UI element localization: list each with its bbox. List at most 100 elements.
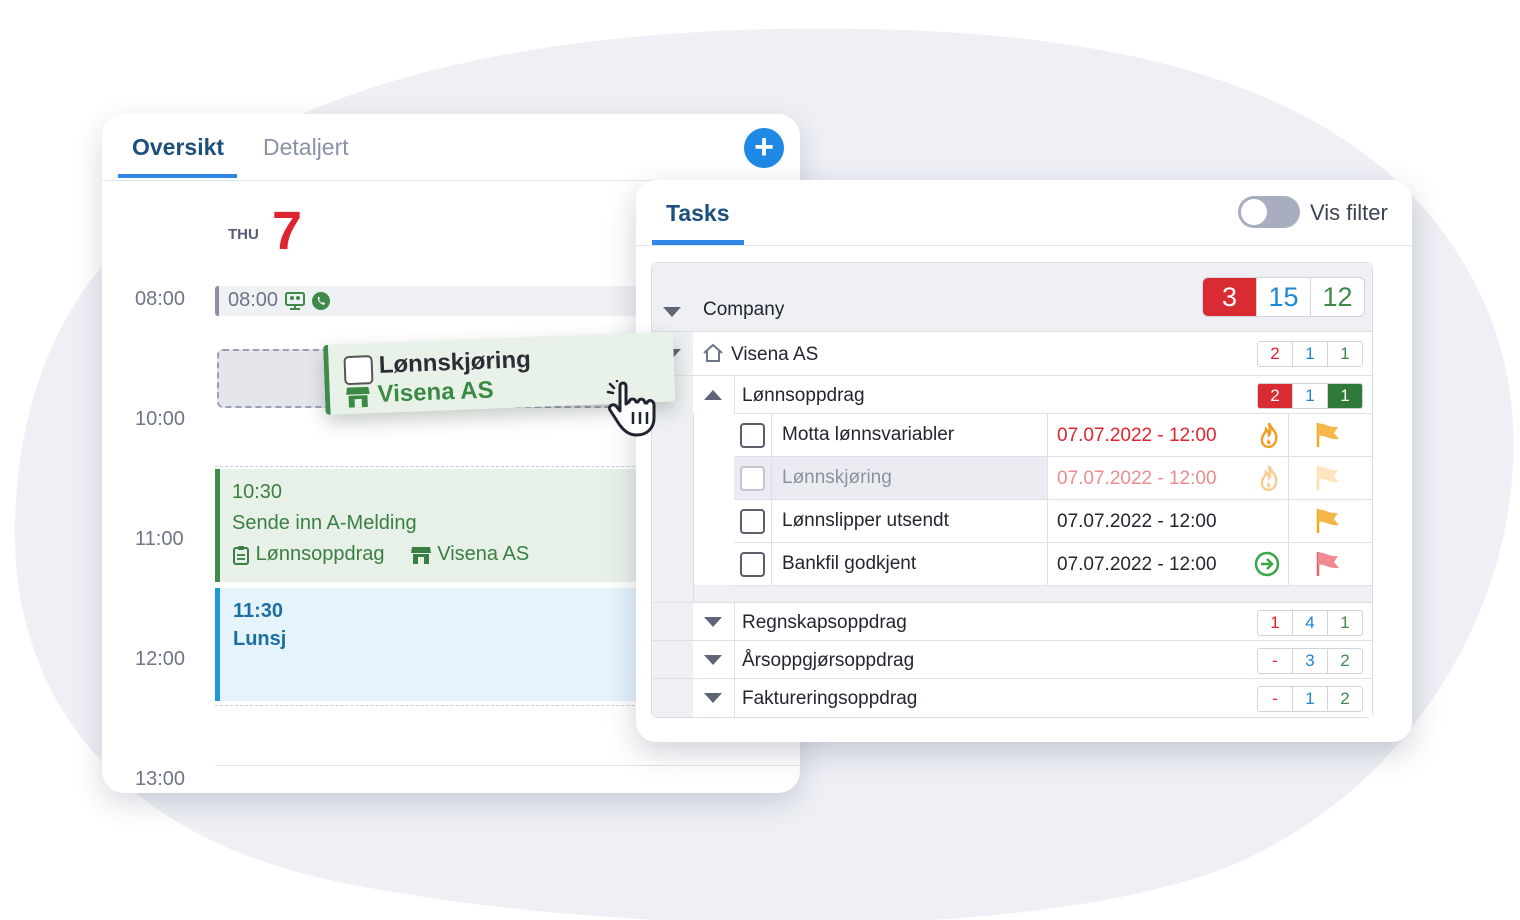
tab-oversikt[interactable]: Oversikt <box>132 134 224 161</box>
day-number: 7 <box>272 201 303 261</box>
task-row[interactable]: Bankfil godkjent 07.07.2022 - 12:00 <box>734 542 1372 586</box>
collapse-caret-icon[interactable] <box>704 655 722 665</box>
open-count: 1 <box>1292 384 1327 408</box>
task-checkbox[interactable] <box>740 552 765 577</box>
group-counts: 1 4 1 <box>1257 610 1363 636</box>
fire-icon <box>1260 422 1278 449</box>
company-name: Visena AS <box>731 344 819 365</box>
group-name: Faktureringsoppdrag <box>742 688 918 709</box>
filter-toggle[interactable] <box>1238 196 1300 228</box>
done-count: 2 <box>1327 687 1362 711</box>
total-counts: 3 15 12 <box>1202 277 1365 317</box>
overdue-count: 3 <box>1203 278 1256 316</box>
group-counts: - 1 2 <box>1257 686 1363 712</box>
home-icon <box>703 343 723 362</box>
open-count: 1 <box>1292 687 1327 711</box>
collapse-caret-icon[interactable] <box>704 693 722 703</box>
done-count: 2 <box>1327 649 1362 673</box>
done-count: 1 <box>1327 342 1362 366</box>
task-row[interactable]: Motta lønnsvariabler 07.07.2022 - 12:00 <box>734 413 1372 456</box>
orange-flag-icon[interactable] <box>1312 506 1342 536</box>
time-label: 08:00 <box>135 288 186 310</box>
add-button[interactable]: + <box>744 128 784 168</box>
time-label: 10:00 <box>135 408 186 430</box>
divider <box>636 245 1412 246</box>
task-deadline: 07.07.2022 - 12:00 <box>1057 554 1217 575</box>
group-row[interactable]: Lønnsoppdrag 2 1 1 <box>652 375 1372 414</box>
tab-detaljert[interactable]: Detaljert <box>263 134 349 161</box>
task-row[interactable]: Lønnslipper utsendt 07.07.2022 - 12:00 <box>734 499 1372 542</box>
orange-flag-icon[interactable] <box>1312 420 1342 450</box>
hour-line <box>215 765 800 766</box>
expand-caret-icon[interactable] <box>704 390 722 400</box>
overdue-count: 2 <box>1270 344 1280 363</box>
plus-icon: + <box>754 128 774 166</box>
calendar-tabs: Oversikt Detaljert + <box>102 114 800 181</box>
dragged-task-company: Visena AS <box>377 376 495 408</box>
task-name: Motta lønnsvariabler <box>782 424 955 445</box>
group-name: Årsoppgjørsoppdrag <box>742 650 915 671</box>
event-company: Visena AS <box>437 543 530 565</box>
collapse-caret-icon[interactable] <box>663 307 681 317</box>
group-row[interactable]: Årsoppgjørsoppdrag - 3 2 <box>652 640 1372 679</box>
clipboard-icon <box>233 545 249 565</box>
overdue-count: 2 <box>1258 384 1292 408</box>
group-counts: 2 1 1 <box>1257 383 1363 409</box>
day-name: THU <box>228 226 259 243</box>
task-deadline: 07.07.2022 - 12:00 <box>1057 425 1217 446</box>
toggle-knob <box>1241 199 1267 225</box>
time-label: 11:00 <box>135 528 184 550</box>
event-time: 10:30 <box>232 481 283 503</box>
open-count: 3 <box>1292 649 1327 673</box>
group-name: Regnskapsoppdrag <box>742 612 907 633</box>
overdue-count: - <box>1272 689 1278 708</box>
event-title: Lunsj <box>233 628 287 650</box>
event-time: 11:30 <box>233 600 284 622</box>
task-name: Lønnskjøring <box>782 467 892 488</box>
dragged-task-title: Lønnskjøring <box>378 346 532 379</box>
task-deadline: 07.07.2022 - 12:00 <box>1057 511 1217 532</box>
red-flag-icon[interactable] <box>1312 549 1342 579</box>
group-name: Lønnsoppdrag <box>742 385 865 406</box>
task-tree: Company 3 15 12 Visena AS 2 1 1 Lønnsopp… <box>651 262 1373 718</box>
open-count: 1 <box>1292 342 1327 366</box>
task-checkbox[interactable] <box>740 423 765 448</box>
group-counts: - 3 2 <box>1257 648 1363 674</box>
group-row[interactable]: Faktureringsoppdrag - 1 2 <box>652 678 1372 717</box>
overdue-count: 1 <box>1270 613 1280 632</box>
done-count: 1 <box>1327 384 1362 408</box>
company-row[interactable]: Visena AS 2 1 1 <box>652 331 1372 376</box>
group-row[interactable]: Regnskapsoppdrag 1 4 1 <box>652 602 1372 641</box>
overdue-count: - <box>1272 651 1278 670</box>
company-header-row: Company 3 15 12 <box>652 263 1372 331</box>
store-icon <box>410 546 431 564</box>
task-checkbox[interactable] <box>740 509 765 534</box>
open-count: 15 <box>1256 278 1310 316</box>
done-count: 12 <box>1310 278 1364 316</box>
time-label: 13:00 <box>135 768 186 790</box>
tasks-tab[interactable]: Tasks <box>666 200 730 227</box>
event-project: Lønnsoppdrag <box>255 543 385 565</box>
task-name: Lønnslipper utsendt <box>782 510 949 531</box>
task-checkbox[interactable] <box>740 466 765 491</box>
company-counts: 2 1 1 <box>1257 341 1363 367</box>
hand-cursor-icon <box>606 380 656 437</box>
open-count: 4 <box>1292 611 1327 635</box>
task-name: Bankfil godkjent <box>782 553 917 574</box>
arrow-circle-icon <box>1254 551 1280 577</box>
column-header-company: Company <box>703 299 785 320</box>
active-tab-indicator <box>118 174 237 178</box>
collapse-caret-icon[interactable] <box>704 617 722 627</box>
event-time: 08:00 <box>228 289 279 311</box>
tasks-panel: Tasks Vis filter Company 3 15 12 Visena … <box>636 180 1412 742</box>
task-deadline: 07.07.2022 - 12:00 <box>1057 468 1217 489</box>
event-title: Sende inn A-Melding <box>232 512 417 534</box>
meeting-icon <box>284 291 305 310</box>
store-icon <box>346 386 370 408</box>
fire-icon <box>1260 465 1278 492</box>
done-count: 1 <box>1327 611 1362 635</box>
filter-label: Vis filter <box>1310 200 1388 225</box>
phone-icon <box>312 291 331 310</box>
orange-flag-icon[interactable] <box>1312 463 1342 493</box>
task-row[interactable]: Lønnskjøring 07.07.2022 - 12:00 <box>734 456 1372 499</box>
